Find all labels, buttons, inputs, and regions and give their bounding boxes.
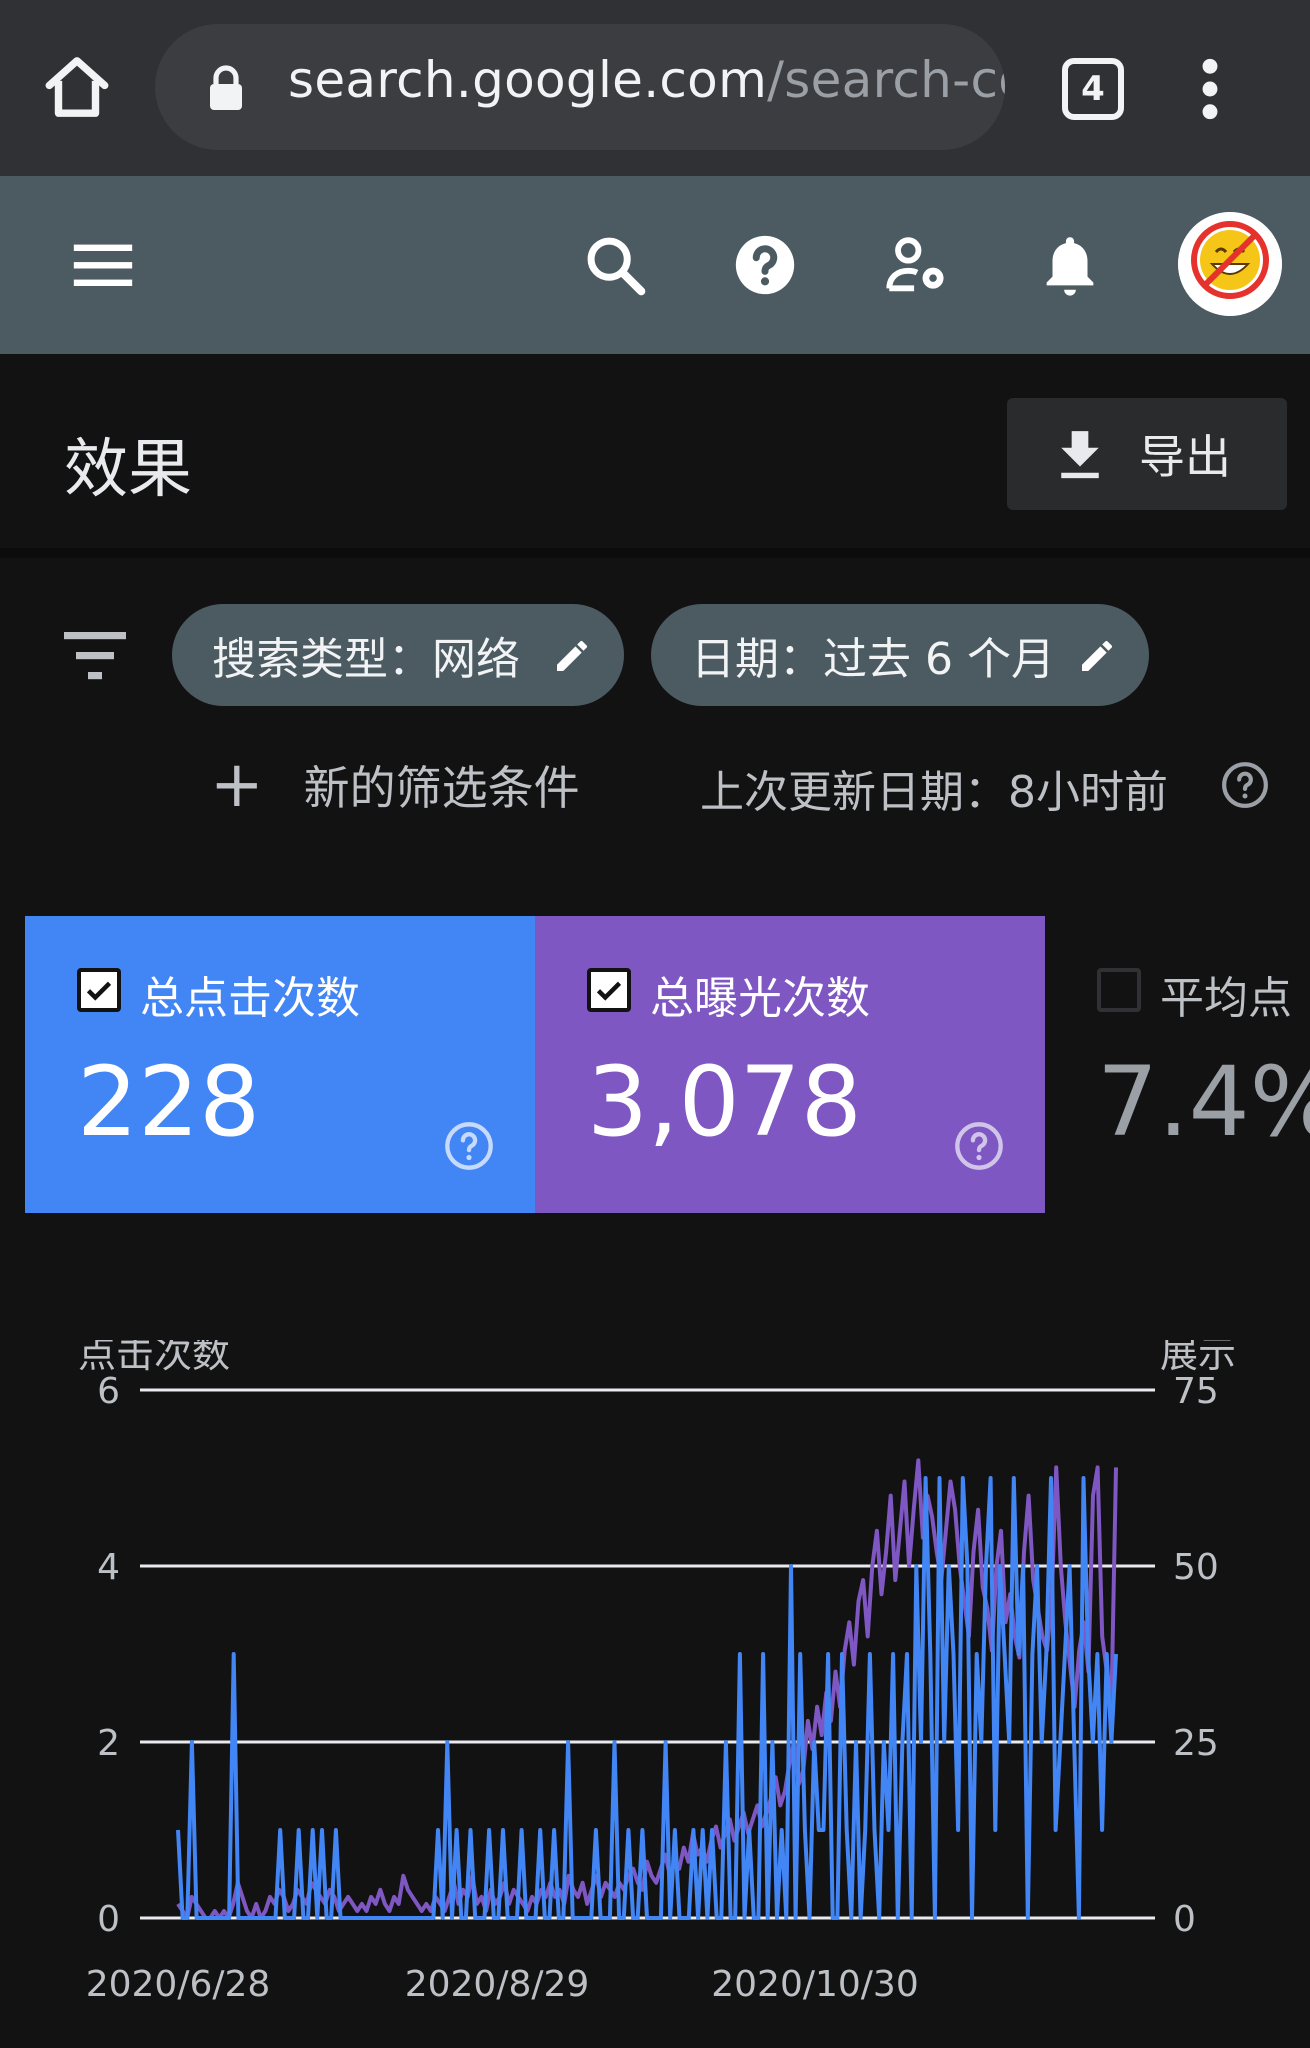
chart-series: [176, 1458, 1118, 1920]
metric-value: 3,078: [587, 1046, 862, 1158]
metric-card-total-clicks[interactable]: 总点击次数 228: [25, 916, 535, 1213]
add-filter-label: 新的筛选条件: [303, 761, 580, 815]
home-icon[interactable]: [40, 50, 114, 124]
filter-chip-date[interactable]: 日期：过去 6 个月: [651, 604, 1149, 706]
x-tick-label: 2020/10/30: [711, 1964, 919, 2000]
last-updated-text: 上次更新日期：8小时前: [700, 767, 1168, 818]
more-vert-icon[interactable]: [1195, 58, 1225, 120]
checkbox-unchecked-icon[interactable]: [1097, 968, 1141, 1012]
y-tick-right: 25: [1173, 1723, 1219, 1764]
avatar[interactable]: [1178, 212, 1282, 316]
notifications-icon[interactable]: [1035, 230, 1105, 300]
tab-switcher-button[interactable]: 4: [1062, 58, 1124, 120]
lock-icon: [210, 65, 242, 110]
url-host: search.google.com: [288, 51, 768, 109]
help-icon[interactable]: [730, 230, 800, 300]
search-icon[interactable]: [580, 230, 650, 300]
app-bar: [0, 176, 1310, 354]
y-tick-left: 2: [97, 1723, 120, 1764]
performance-chart: 0 0 2 25 4 50 6 75 点击次数 展示 2020/6/28 2020/8/29 2020/…: [78, 1340, 1236, 2000]
help-outline-icon[interactable]: [443, 1120, 495, 1172]
url-text: search.google.com/search-co: [288, 51, 1005, 109]
edit-icon: [557, 640, 588, 671]
address-bar[interactable]: search.google.com/search-co: [155, 24, 1005, 150]
y-tick-right: 75: [1173, 1371, 1219, 1412]
url-path: /search-co: [767, 51, 1005, 109]
filter-chip-label: 搜索类型：网络: [212, 634, 520, 685]
page-title: 效果: [64, 433, 192, 507]
metric-card-avg-ctr[interactable]: 平均点 7.4%: [1045, 916, 1310, 1213]
metric-value: 228: [77, 1046, 261, 1158]
add-filter-button[interactable]: + 新的筛选条件: [210, 752, 580, 818]
export-button[interactable]: 导出: [1007, 398, 1287, 510]
x-tick-label: 2020/6/28: [86, 1964, 271, 2000]
download-icon: [1061, 431, 1099, 479]
edit-icon: [1082, 640, 1113, 671]
menu-icon[interactable]: [68, 230, 138, 300]
checkbox-checked-icon[interactable]: [587, 968, 631, 1012]
avatar-image: [1178, 212, 1282, 316]
y-tick-left: 4: [97, 1547, 120, 1588]
metric-label: 总曝光次数: [650, 973, 870, 1024]
header-divider: [0, 548, 1310, 558]
plus-icon: +: [210, 748, 264, 822]
metric-value: 7.4%: [1097, 1046, 1310, 1158]
filter-icon[interactable]: [64, 632, 126, 680]
metric-label: 总点击次数: [140, 973, 360, 1024]
manage-users-icon[interactable]: [882, 230, 952, 300]
filter-chip-search-type[interactable]: 搜索类型：网络: [172, 604, 624, 706]
export-label: 导出: [1139, 430, 1231, 484]
metric-card-total-impressions[interactable]: 总曝光次数 3,078: [535, 916, 1045, 1213]
y-axis-title-right: 展示: [1160, 1340, 1236, 1376]
help-outline-icon[interactable]: [1220, 760, 1270, 810]
help-outline-icon[interactable]: [953, 1120, 1005, 1172]
y-tick-left: 6: [97, 1371, 120, 1412]
x-tick-label: 2020/8/29: [405, 1964, 590, 2000]
filter-chip-label: 日期：过去 6 个月: [691, 634, 1055, 685]
y-tick-left: 0: [97, 1899, 120, 1940]
checkbox-checked-icon[interactable]: [77, 968, 121, 1012]
y-tick-right: 50: [1173, 1547, 1219, 1588]
metric-label: 平均点: [1160, 973, 1292, 1024]
y-axis-title-left: 点击次数: [78, 1340, 230, 1376]
y-tick-right: 0: [1173, 1899, 1196, 1940]
